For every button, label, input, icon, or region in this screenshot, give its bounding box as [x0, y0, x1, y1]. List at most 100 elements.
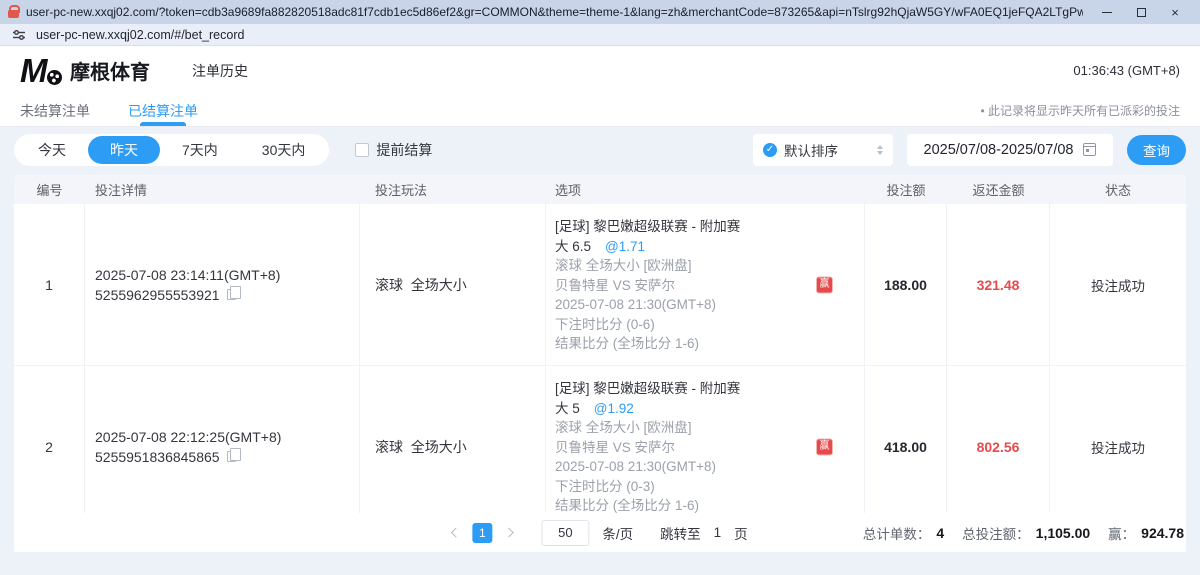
- bet-time: 2025-07-08 22:12:25(GMT+8): [95, 429, 359, 445]
- prev-page-icon[interactable]: [451, 528, 461, 538]
- minimize-button[interactable]: [1090, 0, 1124, 24]
- bet-play-cell: 滚球 全场大小: [360, 366, 546, 513]
- tab-unsettled[interactable]: 未结算注单: [20, 95, 90, 126]
- total-win-value: 924.78: [1141, 525, 1184, 541]
- site-favicon-lock-icon: [8, 10, 19, 18]
- bet-id: 5255962955553921: [95, 287, 220, 303]
- copy-icon[interactable]: [227, 289, 236, 300]
- range-30days-button[interactable]: 30天内: [240, 136, 328, 164]
- bet-play-cell: 滚球 全场大小: [360, 204, 546, 365]
- win-badge: 赢: [816, 438, 833, 455]
- row-number: 1: [14, 204, 85, 365]
- col-header-play: 投注玩法: [360, 180, 546, 199]
- pagination: 1 条/页 跳转至 1 页: [452, 520, 747, 546]
- table-body: 1 2025-07-08 23:14:11(GMT+8) 52559629555…: [14, 204, 1186, 513]
- total-count-value: 4: [936, 525, 944, 541]
- bet-options-cell: [足球] 黎巴嫩超级联赛 - 附加赛 大 6.5 @1.71 滚球 全场大小 [欧…: [546, 204, 865, 365]
- site-settings-icon[interactable]: [12, 28, 26, 42]
- brand-logo: M: [20, 53, 64, 89]
- minimize-icon: [1102, 12, 1112, 13]
- sort-select[interactable]: ✓ 默认排序: [753, 134, 893, 166]
- early-settle-checkbox[interactable]: [355, 143, 369, 157]
- match-time: 2025-07-08 21:30(GMT+8): [555, 295, 864, 315]
- date-range-value: 2025/07/08-2025/07/08: [924, 142, 1074, 158]
- logo-m-glyph: M: [20, 52, 46, 89]
- range-today-button[interactable]: 今天: [16, 136, 88, 164]
- filter-band: 今天 昨天 7天内 30天内 提前结算 ✓ 默认排序 2025/07/08-20…: [0, 127, 1200, 172]
- current-page-button[interactable]: 1: [472, 523, 492, 543]
- tab-settled[interactable]: 已结算注单: [128, 95, 198, 126]
- total-count-label: 总计单数：: [863, 523, 931, 543]
- score-at-bet: 下注时比分 (0-6): [555, 315, 864, 335]
- bet-table-card: 编号 投注详情 投注玩法 选项 投注额 返还金额 状态 1 2025-07-08…: [14, 175, 1186, 513]
- jump-to-label: 跳转至: [660, 523, 701, 543]
- range-7days-button[interactable]: 7天内: [160, 136, 240, 164]
- browser-urlbar[interactable]: user-pc-new.xxqj02.com/#/bet_record: [0, 24, 1200, 46]
- page-size-input[interactable]: [541, 520, 589, 546]
- return-amount: 802.56: [947, 366, 1050, 513]
- table-row: 2 2025-07-08 22:12:25(GMT+8) 52559518368…: [14, 366, 1186, 513]
- col-header-stake: 投注额: [865, 180, 947, 199]
- copy-icon[interactable]: [227, 451, 236, 462]
- bet-odds: @1.71: [605, 239, 645, 254]
- app-header: M 摩根体育 注单历史 01:36:43 (GMT+8): [0, 46, 1200, 95]
- stake-amount: 418.00: [865, 366, 947, 513]
- bet-detail-cell: 2025-07-08 22:12:25(GMT+8) 5255951836845…: [85, 366, 360, 513]
- col-header-options: 选项: [546, 180, 865, 199]
- totals-summary: 总计单数： 4 总投注额： 1,105.00 赢： 924.78: [863, 523, 1184, 543]
- stake-amount: 188.00: [865, 204, 947, 365]
- league-name: [足球] 黎巴嫩超级联赛 - 附加赛: [555, 217, 864, 237]
- url-text[interactable]: user-pc-new.xxqj02.com/#/bet_record: [36, 28, 244, 42]
- table-row: 1 2025-07-08 23:14:11(GMT+8) 52559629555…: [14, 204, 1186, 366]
- page-title: 注单历史: [192, 61, 248, 81]
- bet-detail-cell: 2025-07-08 23:14:11(GMT+8) 5255962955553…: [85, 204, 360, 365]
- per-page-label: 条/页: [602, 523, 633, 543]
- result-score: 结果比分 (全场比分 1-6): [555, 334, 864, 354]
- maximize-button[interactable]: [1124, 0, 1158, 24]
- score-at-bet: 下注时比分 (0-3): [555, 477, 864, 497]
- win-badge: 赢: [816, 276, 833, 293]
- check-circle-icon: ✓: [763, 143, 777, 157]
- bet-id: 5255951836845865: [95, 449, 220, 465]
- browser-titlebar: user-pc-new.xxqj02.com/?token=cdb3a9689f…: [0, 0, 1200, 24]
- total-stake-label: 总投注额：: [962, 523, 1030, 543]
- brand-name: 摩根体育: [70, 56, 150, 85]
- total-stake-value: 1,105.00: [1036, 525, 1091, 541]
- bet-status: 投注成功: [1050, 204, 1186, 365]
- bet-options-cell: [足球] 黎巴嫩超级联赛 - 附加赛 大 5@1.92 滚球 全场大小 [欧洲盘…: [546, 366, 865, 513]
- bet-pick: 大 6.5: [555, 239, 591, 254]
- soccer-ball-icon: [47, 70, 62, 85]
- col-header-return: 返还金额: [947, 180, 1050, 199]
- next-page-icon[interactable]: [504, 528, 514, 538]
- market-type: 滚球 全场大小 [欧洲盘]: [555, 418, 864, 438]
- bet-status: 投注成功: [1050, 366, 1186, 513]
- match-time: 2025-07-08 21:30(GMT+8): [555, 457, 864, 477]
- bet-time: 2025-07-08 23:14:11(GMT+8): [95, 267, 359, 283]
- bet-pick: 大 5: [555, 401, 580, 416]
- return-amount: 321.48: [947, 204, 1050, 365]
- date-range-input[interactable]: 2025/07/08-2025/07/08: [907, 134, 1113, 166]
- window-title: user-pc-new.xxqj02.com/?token=cdb3a9689f…: [26, 5, 1083, 19]
- table-header-row: 编号 投注详情 投注玩法 选项 投注额 返还金额 状态: [14, 175, 1186, 204]
- query-button[interactable]: 查询: [1127, 135, 1186, 165]
- row-number: 2: [14, 366, 85, 513]
- market-type: 滚球 全场大小 [欧洲盘]: [555, 256, 864, 276]
- maximize-icon: [1137, 8, 1146, 17]
- total-win-label: 赢：: [1108, 523, 1135, 543]
- record-notice: • 此记录将显示昨天所有已派彩的投注: [980, 102, 1180, 119]
- early-settle-label: 提前结算: [376, 140, 432, 160]
- col-header-status: 状态: [1050, 180, 1186, 199]
- date-range-pill: 今天 昨天 7天内 30天内: [14, 134, 329, 166]
- col-header-no: 编号: [14, 180, 85, 199]
- close-button[interactable]: ×: [1158, 0, 1192, 24]
- col-header-detail: 投注详情: [85, 180, 360, 199]
- result-score: 结果比分 (全场比分 1-6): [555, 496, 864, 513]
- jump-page-value[interactable]: 1: [714, 525, 722, 540]
- calendar-icon: [1083, 143, 1096, 156]
- bet-odds: @1.92: [594, 401, 634, 416]
- tab-bar: 未结算注单 已结算注单 • 此记录将显示昨天所有已派彩的投注: [0, 95, 1200, 127]
- early-settle-toggle[interactable]: 提前结算: [355, 140, 432, 160]
- range-yesterday-button[interactable]: 昨天: [88, 136, 160, 164]
- header-clock: 01:36:43 (GMT+8): [1073, 63, 1180, 78]
- sort-caret-icon: [877, 145, 883, 155]
